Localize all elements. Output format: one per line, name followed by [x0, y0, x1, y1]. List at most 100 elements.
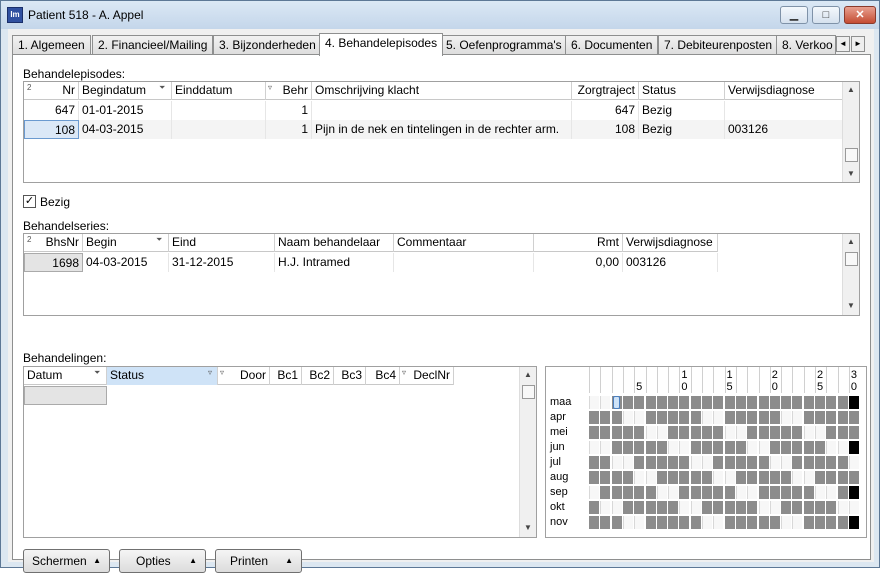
col-bc1[interactable]: Bc1	[270, 367, 302, 385]
calendar-day[interactable]	[713, 456, 724, 469]
calendar-cursor[interactable]	[612, 396, 620, 409]
calendar-day[interactable]	[747, 486, 758, 499]
calendar-day[interactable]	[656, 411, 667, 424]
calendar-day[interactable]	[702, 516, 712, 529]
calendar-day[interactable]	[781, 426, 792, 439]
calendar-day[interactable]	[815, 441, 825, 454]
calendar-day[interactable]	[634, 396, 645, 409]
calendar-day[interactable]	[735, 441, 746, 454]
calendar-day[interactable]	[589, 501, 599, 514]
maximize-button[interactable]: □	[812, 6, 840, 24]
col-bhsnr[interactable]: BhsNr	[24, 234, 83, 252]
calendar-day[interactable]	[837, 456, 848, 469]
calendar-day[interactable]	[735, 516, 746, 529]
calendar-day[interactable]	[622, 426, 633, 439]
calendar-day[interactable]	[803, 486, 814, 499]
scroll-down-icon[interactable]: ▼	[843, 298, 859, 314]
calendar-day[interactable]	[815, 471, 825, 484]
sort-icon[interactable]: ▿	[220, 368, 224, 377]
col-bc4[interactable]: Bc4	[366, 367, 400, 385]
col-einddatum[interactable]: Einddatum	[172, 82, 266, 100]
calendar-day[interactable]	[769, 501, 780, 514]
calendar-day[interactable]	[781, 486, 792, 499]
calendar-day[interactable]	[634, 411, 645, 424]
calendar-day[interactable]	[589, 411, 599, 424]
bezig-label[interactable]: Bezig	[40, 195, 70, 209]
calendar-day[interactable]	[758, 441, 769, 454]
calendar-day[interactable]	[781, 411, 792, 424]
calendar-day[interactable]	[690, 441, 701, 454]
calendar-day[interactable]	[589, 456, 599, 469]
calendar-day[interactable]	[792, 426, 803, 439]
calendar-day[interactable]	[611, 501, 622, 514]
calendar-day[interactable]	[724, 426, 735, 439]
calendar-day[interactable]	[724, 411, 735, 424]
calendar-day[interactable]	[589, 471, 599, 484]
calendar-day[interactable]	[600, 396, 611, 409]
calendar-day[interactable]	[837, 516, 848, 529]
col-omschrijving[interactable]: Omschrijving klacht	[312, 82, 572, 100]
calendar-day[interactable]	[679, 456, 690, 469]
calendar-day[interactable]	[679, 441, 690, 454]
scroll-up-icon[interactable]: ▲	[843, 82, 859, 98]
calendar-day[interactable]	[622, 396, 633, 409]
calendar-day[interactable]	[679, 426, 690, 439]
calendar-day[interactable]	[758, 456, 769, 469]
calendar-day[interactable]	[826, 456, 837, 469]
calendar-day[interactable]	[803, 411, 814, 424]
col-commentaar[interactable]: Commentaar	[394, 234, 534, 252]
calendar-day[interactable]	[634, 426, 645, 439]
filter-icon[interactable]: ⏷	[156, 235, 162, 245]
calendar-day[interactable]	[713, 516, 724, 529]
calendar-day[interactable]	[837, 501, 848, 514]
calendar-day[interactable]	[600, 486, 611, 499]
calendar-day[interactable]	[735, 456, 746, 469]
calendar-day[interactable]	[815, 426, 825, 439]
calendar-day[interactable]	[611, 426, 622, 439]
calendar-day[interactable]	[837, 486, 848, 499]
calendar-day[interactable]	[724, 501, 735, 514]
calendar-day[interactable]	[713, 426, 724, 439]
calendar-day[interactable]	[769, 441, 780, 454]
calendar-day[interactable]	[769, 486, 780, 499]
calendar-day[interactable]	[611, 441, 622, 454]
calendar-day[interactable]	[645, 396, 656, 409]
calendar-day[interactable]	[668, 501, 679, 514]
calendar-day[interactable]	[702, 486, 712, 499]
calendar-day[interactable]	[815, 456, 825, 469]
calendar-day[interactable]	[758, 516, 769, 529]
calendar-day[interactable]	[792, 396, 803, 409]
calendar-day[interactable]	[724, 471, 735, 484]
calendar-day[interactable]	[758, 396, 769, 409]
calendar-day[interactable]	[656, 471, 667, 484]
year-calendar[interactable]: 5 1 0 1 5 2 0 2 5 3 0 maa apr mei jun jul aug sep okt nov	[545, 366, 867, 538]
calendar-day[interactable]	[803, 456, 814, 469]
scroll-thumb[interactable]	[845, 148, 858, 162]
calendar-day[interactable]	[679, 516, 690, 529]
col-naam-behandelaar[interactable]: Naam behandelaar	[275, 234, 394, 252]
calendar-day[interactable]	[769, 396, 780, 409]
calendar-day[interactable]	[656, 396, 667, 409]
calendar-day[interactable]	[747, 456, 758, 469]
calendar-day[interactable]	[747, 471, 758, 484]
calendar-day[interactable]	[848, 456, 859, 469]
treatment-row[interactable]	[24, 386, 454, 405]
calendar-day[interactable]	[747, 441, 758, 454]
col-zorgtraject[interactable]: Zorgtraject	[572, 82, 639, 100]
calendar-day[interactable]	[622, 456, 633, 469]
calendar-day[interactable]	[848, 516, 859, 529]
calendar-day[interactable]	[848, 411, 859, 424]
col-rmt[interactable]: Rmt	[534, 234, 623, 252]
title-bar[interactable]: Im Patient 518 - A. Appel ▁ □ ✕	[1, 1, 879, 29]
calendar-day[interactable]	[803, 426, 814, 439]
calendar-day[interactable]	[645, 411, 656, 424]
calendar-day[interactable]	[781, 441, 792, 454]
calendar-day[interactable]	[792, 441, 803, 454]
calendar-day[interactable]	[826, 411, 837, 424]
calendar-day[interactable]	[837, 471, 848, 484]
calendar-day[interactable]	[826, 426, 837, 439]
col-bc3[interactable]: Bc3	[334, 367, 366, 385]
calendar-day[interactable]	[848, 396, 859, 409]
minimize-button[interactable]: ▁	[780, 6, 808, 24]
calendar-day[interactable]	[634, 501, 645, 514]
